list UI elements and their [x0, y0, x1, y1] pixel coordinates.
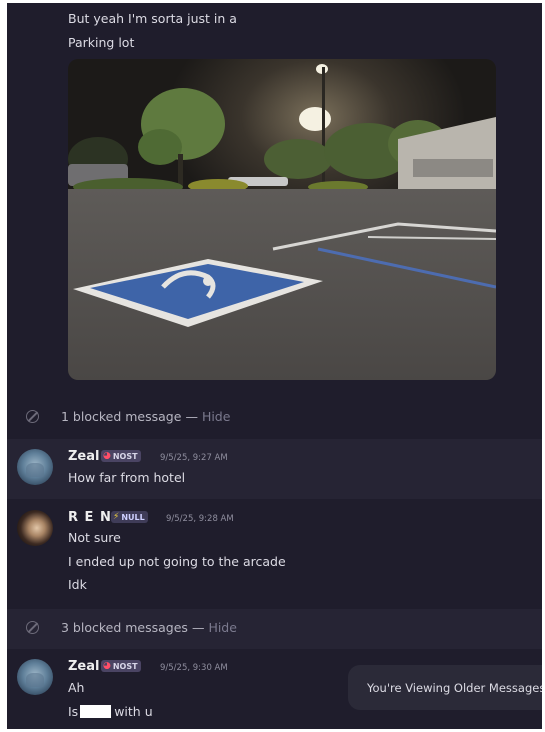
- message-text: Idk: [68, 577, 87, 592]
- role-tag-label: NULL: [121, 512, 145, 522]
- avatar[interactable]: [17, 510, 53, 546]
- message-text: Not sure: [68, 530, 121, 545]
- avatar[interactable]: [17, 659, 53, 695]
- blocked-messages-notice: 1 blocked message — Hide: [26, 409, 230, 424]
- message-row-highlight: [7, 439, 542, 499]
- message-text-part: Is: [68, 704, 79, 719]
- message-text: Is with u: [68, 704, 153, 719]
- role-tag-nost[interactable]: ◕ NOST: [101, 450, 141, 462]
- hide-blocked-link[interactable]: Hide: [208, 620, 237, 635]
- chat-frame: But yeah I'm sorta just in a Parking lot: [7, 3, 542, 729]
- bean-icon: ◕: [103, 451, 111, 461]
- separator-dash: —: [191, 620, 205, 635]
- blocked-icon: [26, 621, 39, 634]
- lightning-icon: ⚡: [113, 512, 120, 522]
- author-name[interactable]: R E N: [68, 510, 112, 525]
- author-name[interactable]: Zeal: [68, 659, 99, 674]
- blocked-count-text: 1 blocked message: [61, 409, 182, 424]
- role-tag-null[interactable]: ⚡ NULL: [111, 511, 148, 523]
- older-messages-banner[interactable]: You're Viewing Older Messages: [348, 665, 542, 710]
- message-timestamp: 9/5/25, 9:28 AM: [166, 514, 234, 524]
- message-text: How far from hotel: [68, 470, 186, 485]
- role-tag-label: NOST: [112, 661, 138, 671]
- redaction-box: [80, 705, 112, 718]
- message-text: Parking lot: [68, 35, 135, 50]
- role-tag-label: NOST: [112, 451, 138, 461]
- message-text-part: with u: [114, 704, 153, 719]
- avatar[interactable]: [17, 449, 53, 485]
- author-name[interactable]: Zeal: [68, 449, 99, 464]
- parking-lot-photo[interactable]: [68, 59, 496, 380]
- message-timestamp: 9/5/25, 9:30 AM: [160, 663, 228, 673]
- message-text: Ah: [68, 680, 85, 695]
- blocked-messages-notice: 3 blocked messages — Hide: [26, 620, 237, 635]
- message-timestamp: 9/5/25, 9:27 AM: [160, 453, 228, 463]
- separator-dash: —: [185, 409, 198, 424]
- blocked-count-text: 3 blocked messages: [61, 620, 188, 635]
- bean-icon: ◕: [103, 661, 111, 671]
- older-messages-text: You're Viewing Older Messages: [367, 680, 542, 695]
- message-text: I ended up not going to the arcade: [68, 554, 286, 569]
- hide-blocked-link[interactable]: Hide: [202, 409, 231, 424]
- role-tag-nost[interactable]: ◕ NOST: [101, 660, 141, 672]
- message-text: But yeah I'm sorta just in a: [68, 11, 237, 26]
- blocked-icon: [26, 410, 39, 423]
